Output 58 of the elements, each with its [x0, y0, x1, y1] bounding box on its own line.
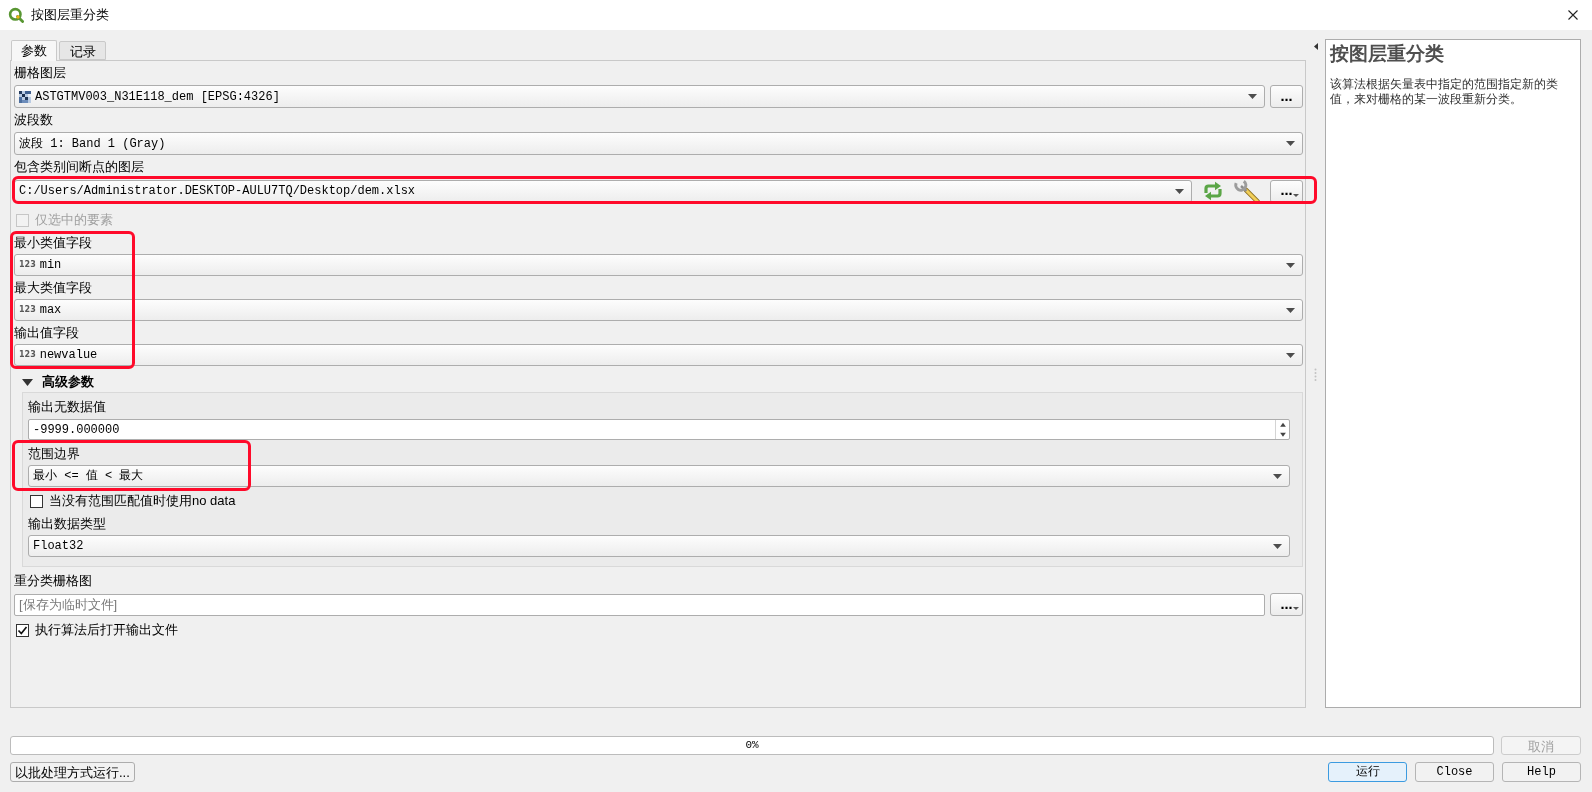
dropdown-arrow-icon: [1273, 543, 1282, 549]
browse-button[interactable]: …: [1270, 179, 1303, 203]
field-label: 输出值字段: [14, 324, 79, 342]
window-title: 按图层重分类: [31, 6, 109, 25]
checkbox-label: 当没有范围匹配值时使用no data: [49, 492, 236, 511]
field-label: 栅格图层: [14, 64, 66, 82]
field-label: 范围边界: [28, 445, 80, 463]
field-type-label: 123: [19, 306, 36, 314]
dropdown-arrow-icon: [1286, 141, 1295, 146]
loop-arrows-icon[interactable]: [1202, 181, 1224, 201]
dropdown[interactable]: 波段 1: Band 1 (Gray): [14, 132, 1303, 155]
checkbox-label: 仅选中的要素: [35, 211, 113, 230]
batch-button[interactable]: 以批处理方式运行...: [10, 762, 135, 782]
app-logo-icon: [8, 7, 24, 23]
collapse-triangle-icon[interactable]: [22, 378, 33, 386]
tab[interactable]: 参数: [11, 40, 57, 61]
dropdown-arrow-icon: [1273, 473, 1282, 479]
checkbox[interactable]: [30, 494, 43, 508]
dropdown[interactable]: 最小 <= 值 < 最大: [28, 465, 1290, 487]
dropdown[interactable]: 123 max: [14, 299, 1303, 321]
field-label: 输出无数据值: [28, 398, 106, 416]
field-label: 包含类别间断点的图层: [14, 158, 144, 176]
help-title: 按图层重分类: [1330, 42, 1444, 66]
splitter-grip-icon[interactable]: [1314, 368, 1317, 382]
raster-grid-icon: [19, 90, 31, 103]
dropdown[interactable]: C:/Users/Administrator.DESKTOP-AULU7TQ/Desktop/dem.xlsx: [14, 179, 1192, 203]
browse-button[interactable]: …: [1270, 593, 1303, 616]
dropdown[interactable]: 123 min: [14, 254, 1303, 276]
field-label: 输出数据类型: [28, 515, 106, 533]
output-file-field[interactable]: [保存为临时文件]: [14, 593, 1265, 616]
collapse-arrow-icon[interactable]: [1313, 43, 1318, 50]
browse-button[interactable]: …: [1270, 85, 1303, 108]
tab[interactable]: 记录: [59, 41, 106, 60]
dropdown[interactable]: Float32: [28, 535, 1290, 557]
dialog-button[interactable]: 运行: [1328, 762, 1407, 782]
number-field[interactable]: -9999.000000: [28, 419, 1290, 440]
progress-text: 0%: [745, 738, 759, 754]
dropdown-arrow-icon: [1286, 262, 1295, 268]
field-label: 波段数: [14, 111, 53, 129]
field-type-label: 123: [19, 351, 36, 359]
dropdown[interactable]: 123 newvalue: [14, 344, 1303, 366]
field-label: 重分类栅格图: [14, 572, 92, 590]
checkbox[interactable]: [16, 623, 29, 637]
dropdown-arrow-icon: [1286, 307, 1295, 313]
dropdown-arrow-icon: [1286, 352, 1295, 358]
close-icon[interactable]: [1568, 10, 1578, 20]
dialog-button[interactable]: Close: [1415, 762, 1494, 782]
dialog-button[interactable]: Help: [1502, 762, 1581, 782]
checkbox-label: 执行算法后打开输出文件: [35, 621, 178, 640]
help-text: 该算法根据矢量表中指定的范围指定新的类值，来对栅格的某一波段重新分类。: [1330, 77, 1559, 107]
field-type-label: 123: [19, 261, 36, 269]
dropdown-arrow-icon: [1175, 188, 1184, 194]
dropdown-arrow-icon: [1248, 94, 1257, 99]
section-header[interactable]: 高级参数: [42, 372, 94, 392]
field-label: 最大类值字段: [14, 279, 92, 297]
wrench-icon[interactable]: [1234, 179, 1260, 203]
dropdown[interactable]: ASTGTMV003_N31E118_dem [EPSG:4326]: [14, 85, 1265, 108]
field-label: 最小类值字段: [14, 234, 92, 252]
